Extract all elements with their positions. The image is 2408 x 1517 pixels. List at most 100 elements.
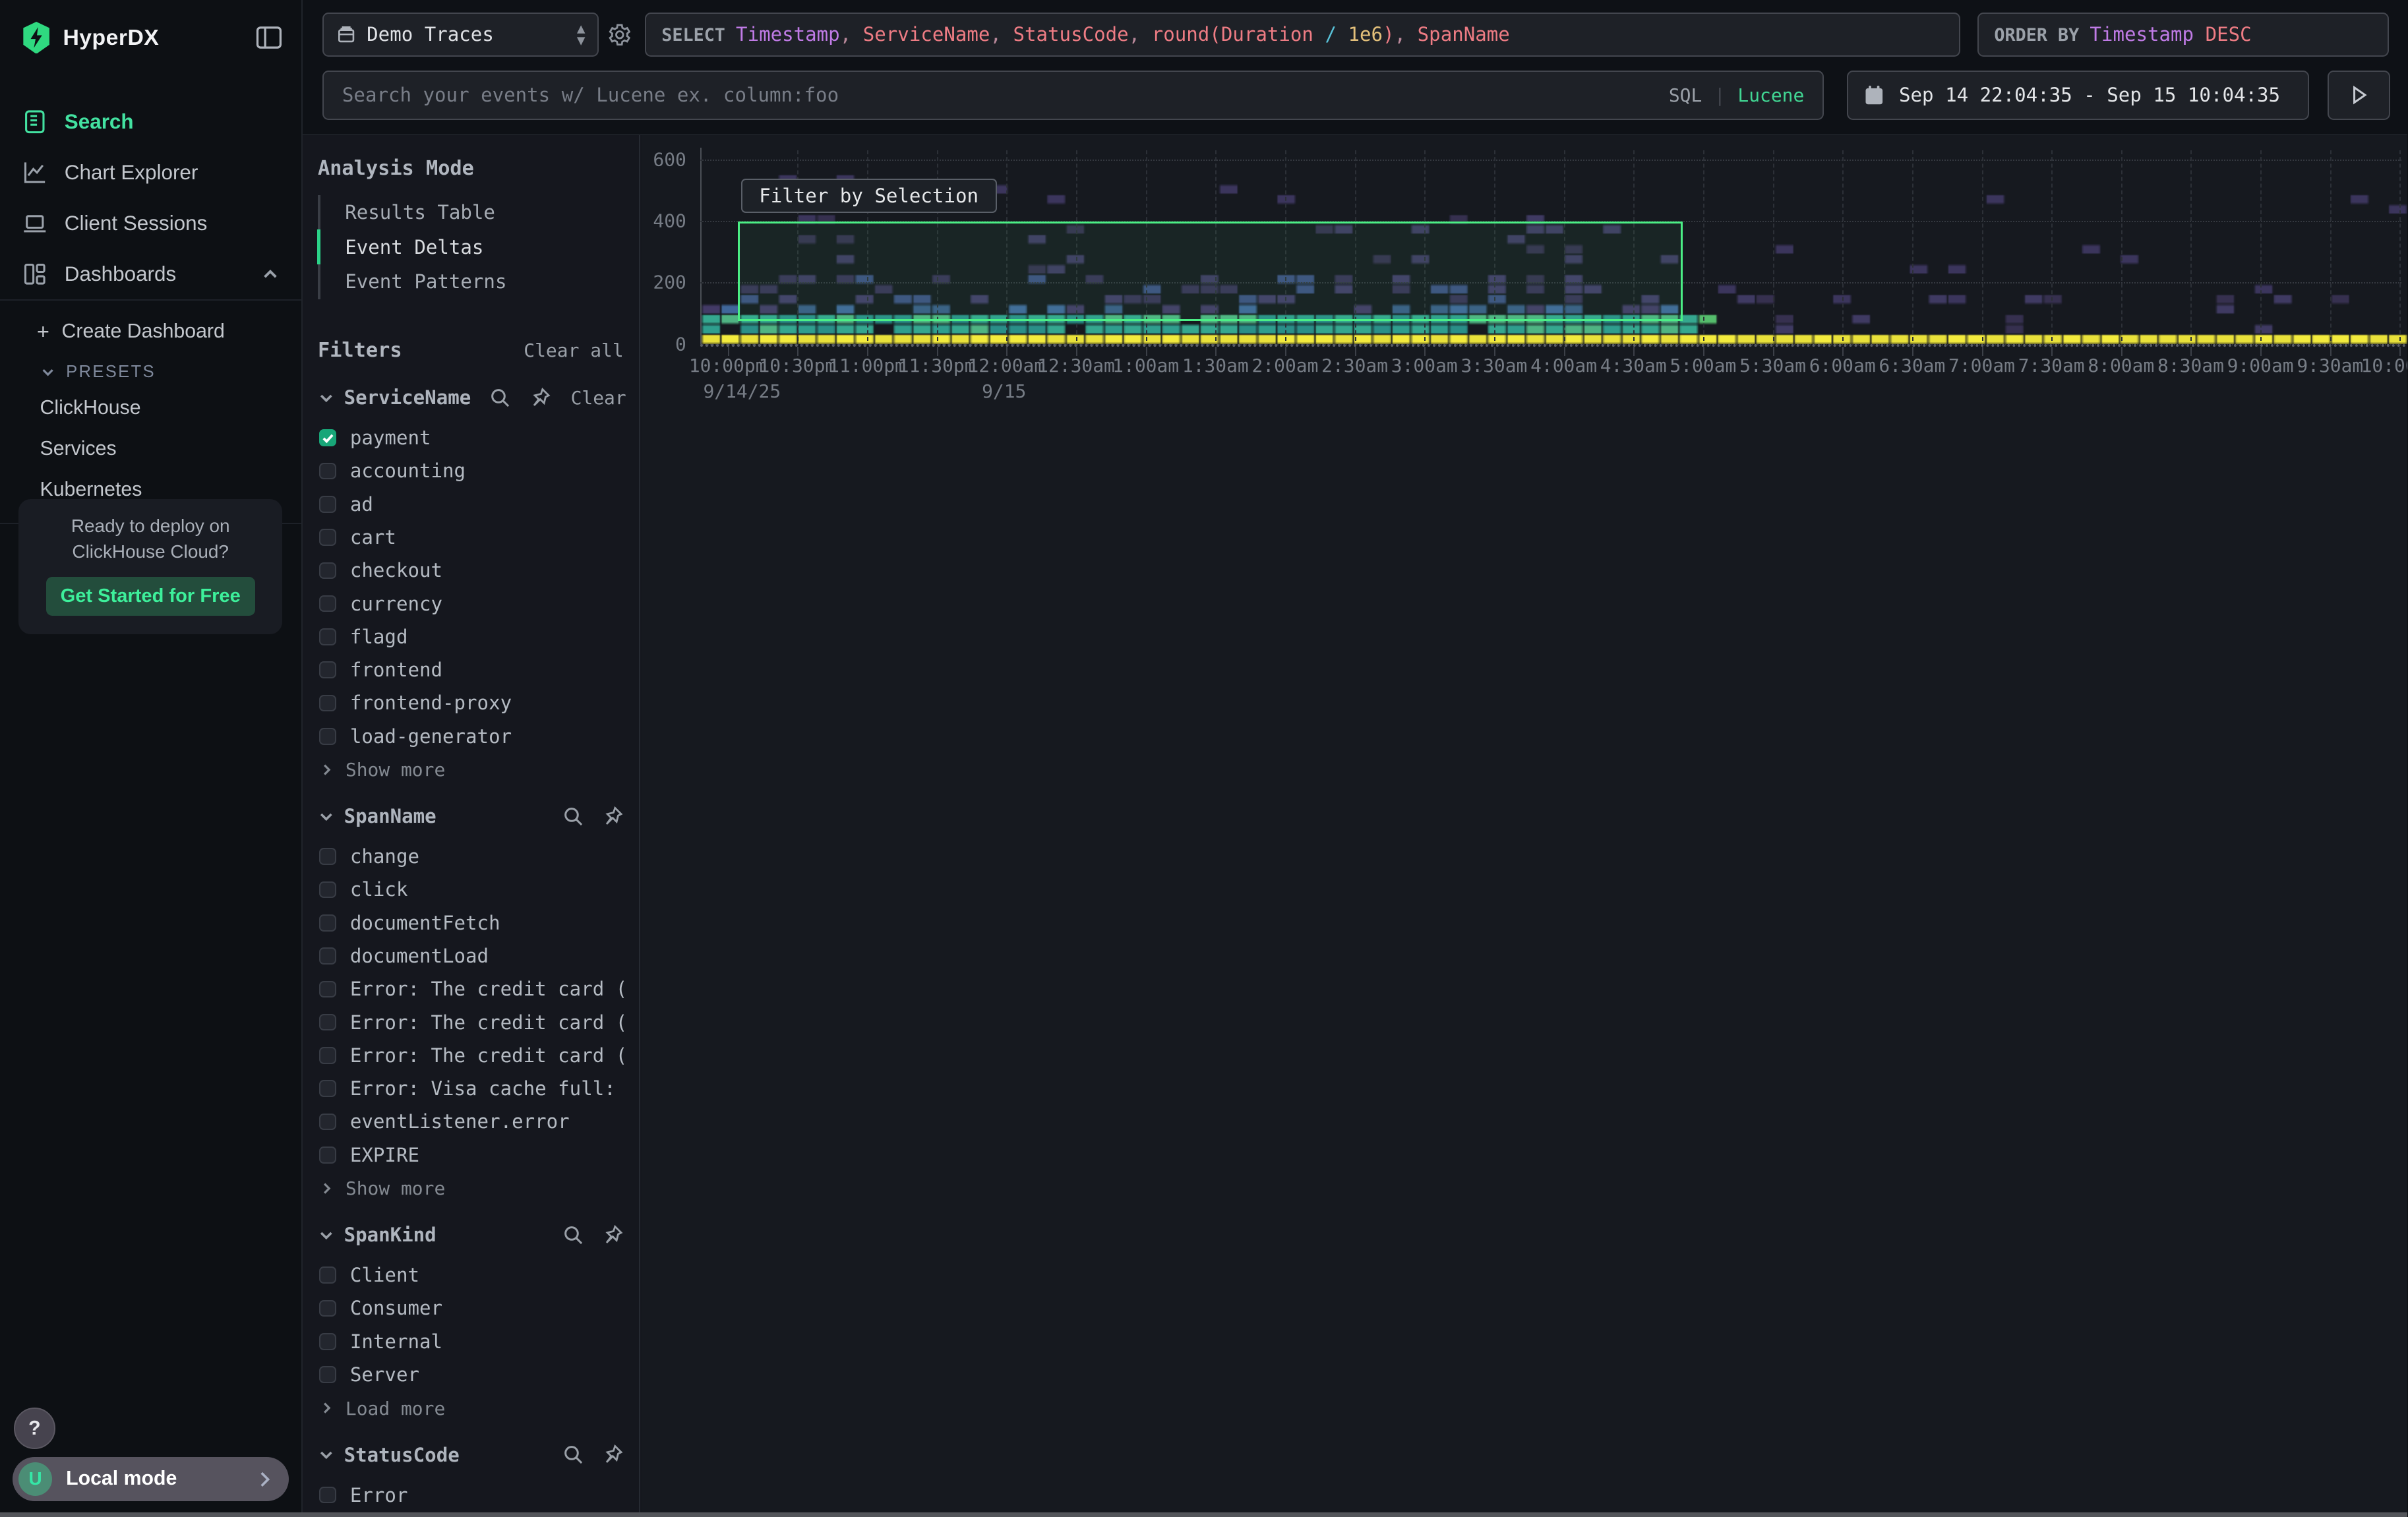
order-by-input[interactable]: ORDER BY Timestamp DESC (1977, 13, 2389, 57)
checkbox[interactable] (319, 529, 336, 546)
checkbox[interactable] (319, 661, 336, 678)
checkbox[interactable] (319, 848, 336, 865)
get-started-button[interactable]: Get Started for Free (46, 577, 255, 615)
clear-all-button[interactable]: Clear all (524, 340, 623, 361)
checkbox[interactable] (319, 562, 336, 580)
filter-option-frontend-proxy[interactable]: frontend-proxy (318, 686, 624, 719)
lucene-toggle[interactable]: Lucene (1737, 84, 1804, 106)
sidebar-item-chart-explorer[interactable]: Chart Explorer (0, 148, 301, 198)
filter-option-documentfetch[interactable]: documentFetch (318, 907, 624, 939)
search-input[interactable]: Search your events w/ Lucene ex. column:… (322, 71, 1824, 120)
filter-option-error-the-credit-card[interactable]: Error: The credit card (… (318, 1039, 624, 1072)
analysis-mode-event-deltas[interactable]: Event Deltas (320, 229, 624, 264)
chevron-down-icon[interactable] (318, 390, 335, 407)
filter-option-load-generator[interactable]: load-generator (318, 720, 624, 753)
show-more-button[interactable]: Show more (318, 753, 624, 781)
filter-option-server[interactable]: Server (318, 1358, 624, 1391)
filter-option-error-the-credit-card[interactable]: Error: The credit card (… (318, 972, 624, 1005)
filter-group-servicename: ServiceNameClearpaymentaccountingadcartc… (318, 386, 624, 781)
filter-option-accounting[interactable]: accounting (318, 454, 624, 487)
create-dashboard-button[interactable]: + Create Dashboard (0, 310, 301, 353)
filter-group-name[interactable]: SpanKind (344, 1224, 544, 1246)
checkbox[interactable] (319, 1047, 336, 1064)
filter-option-currency[interactable]: currency (318, 587, 624, 620)
horizontal-scrollbar[interactable] (0, 1512, 2407, 1517)
presets-toggle[interactable]: PRESETS (0, 353, 301, 388)
checkbox[interactable] (319, 463, 336, 480)
sql-select-input[interactable]: SELECT Timestamp, ServiceName, StatusCod… (645, 13, 1961, 57)
checkbox[interactable] (319, 1333, 336, 1350)
checkbox[interactable] (319, 1014, 336, 1031)
filter-option-frontend[interactable]: frontend (318, 653, 624, 686)
chevron-down-icon[interactable] (318, 1446, 335, 1464)
filter-option-flagd[interactable]: flagd (318, 620, 624, 653)
duration-heatmap-chart[interactable]: Filter by Selection 020040060010:00pm10:… (642, 135, 2407, 427)
chart-selection-rect[interactable] (738, 222, 1683, 320)
chevron-down-icon[interactable] (318, 1227, 335, 1244)
checkbox[interactable] (319, 914, 336, 932)
filter-group-clear-button[interactable]: Clear (571, 387, 626, 409)
filter-group-name[interactable]: SpanName (344, 805, 544, 827)
checkbox[interactable] (319, 1266, 336, 1284)
show-more-button[interactable]: Show more (318, 1172, 624, 1199)
gear-icon[interactable] (607, 22, 633, 48)
load-more-button[interactable]: Load more (318, 1391, 624, 1419)
search-icon[interactable] (562, 806, 584, 827)
preset-item-services[interactable]: Services (0, 429, 301, 469)
filter-option-client[interactable]: Client (318, 1259, 624, 1292)
checkbox[interactable] (319, 1366, 336, 1383)
checkbox[interactable] (319, 1114, 336, 1131)
filter-option-error-visa-cache-full[interactable]: Error: Visa cache full: … (318, 1072, 624, 1105)
sidebar-collapse-icon[interactable] (255, 24, 283, 51)
filter-option-change[interactable]: change (318, 840, 624, 873)
filter-option-documentload[interactable]: documentLoad (318, 939, 624, 972)
filter-option-expire[interactable]: EXPIRE (318, 1139, 624, 1172)
checkbox[interactable] (319, 1080, 336, 1097)
search-icon[interactable] (562, 1224, 584, 1246)
filter-option-cart[interactable]: cart (318, 521, 624, 554)
checkbox[interactable] (319, 947, 336, 965)
user-mode-pill[interactable]: U Local mode (13, 1457, 289, 1502)
search-icon[interactable] (562, 1444, 584, 1466)
filter-option-ad[interactable]: ad (318, 488, 624, 521)
filter-option-consumer[interactable]: Consumer (318, 1292, 624, 1324)
filter-option-eventlistener-error[interactable]: eventListener.error (318, 1105, 624, 1138)
run-query-button[interactable] (2328, 71, 2390, 120)
sidebar-item-dashboards[interactable]: Dashboards (0, 249, 301, 299)
checkbox[interactable] (319, 1146, 336, 1164)
preset-item-clickhouse[interactable]: ClickHouse (0, 388, 301, 429)
source-select[interactable]: Demo Traces ▲▼ (322, 13, 599, 57)
sidebar-item-search[interactable]: Search (0, 97, 301, 148)
filter-option-click[interactable]: click (318, 873, 624, 906)
sidebar-item-client-sessions[interactable]: Client Sessions (0, 198, 301, 249)
checkbox[interactable] (319, 429, 336, 446)
filter-option-checkout[interactable]: checkout (318, 554, 624, 587)
filter-by-selection-button[interactable]: Filter by Selection (741, 179, 997, 213)
date-range-picker[interactable]: Sep 14 22:04:35 - Sep 15 10:04:35 (1847, 71, 2309, 120)
checkbox[interactable] (319, 595, 336, 612)
pin-icon[interactable] (602, 806, 624, 827)
checkbox[interactable] (319, 728, 336, 745)
checkbox[interactable] (319, 496, 336, 513)
checkbox[interactable] (319, 1487, 336, 1504)
filter-option-error-the-credit-card[interactable]: Error: The credit card (… (318, 1005, 624, 1038)
filter-group-name[interactable]: StatusCode (344, 1444, 544, 1466)
filter-group-name[interactable]: ServiceName (344, 386, 471, 409)
pin-icon[interactable] (529, 387, 551, 409)
checkbox[interactable] (319, 628, 336, 645)
help-button[interactable]: ? (14, 1408, 55, 1449)
analysis-mode-event-patterns[interactable]: Event Patterns (320, 264, 624, 299)
checkbox[interactable] (319, 695, 336, 712)
checkbox[interactable] (319, 1300, 336, 1317)
analysis-mode-results-table[interactable]: Results Table (320, 195, 624, 230)
filter-option-payment[interactable]: payment (318, 421, 624, 454)
checkbox[interactable] (319, 981, 336, 998)
pin-icon[interactable] (602, 1224, 624, 1246)
sql-toggle[interactable]: SQL (1669, 84, 1702, 106)
chevron-down-icon[interactable] (318, 808, 335, 825)
checkbox[interactable] (319, 881, 336, 899)
search-icon[interactable] (489, 387, 511, 409)
filter-option-internal[interactable]: Internal (318, 1325, 624, 1358)
pin-icon[interactable] (602, 1444, 624, 1466)
filter-option-error[interactable]: Error (318, 1478, 624, 1511)
